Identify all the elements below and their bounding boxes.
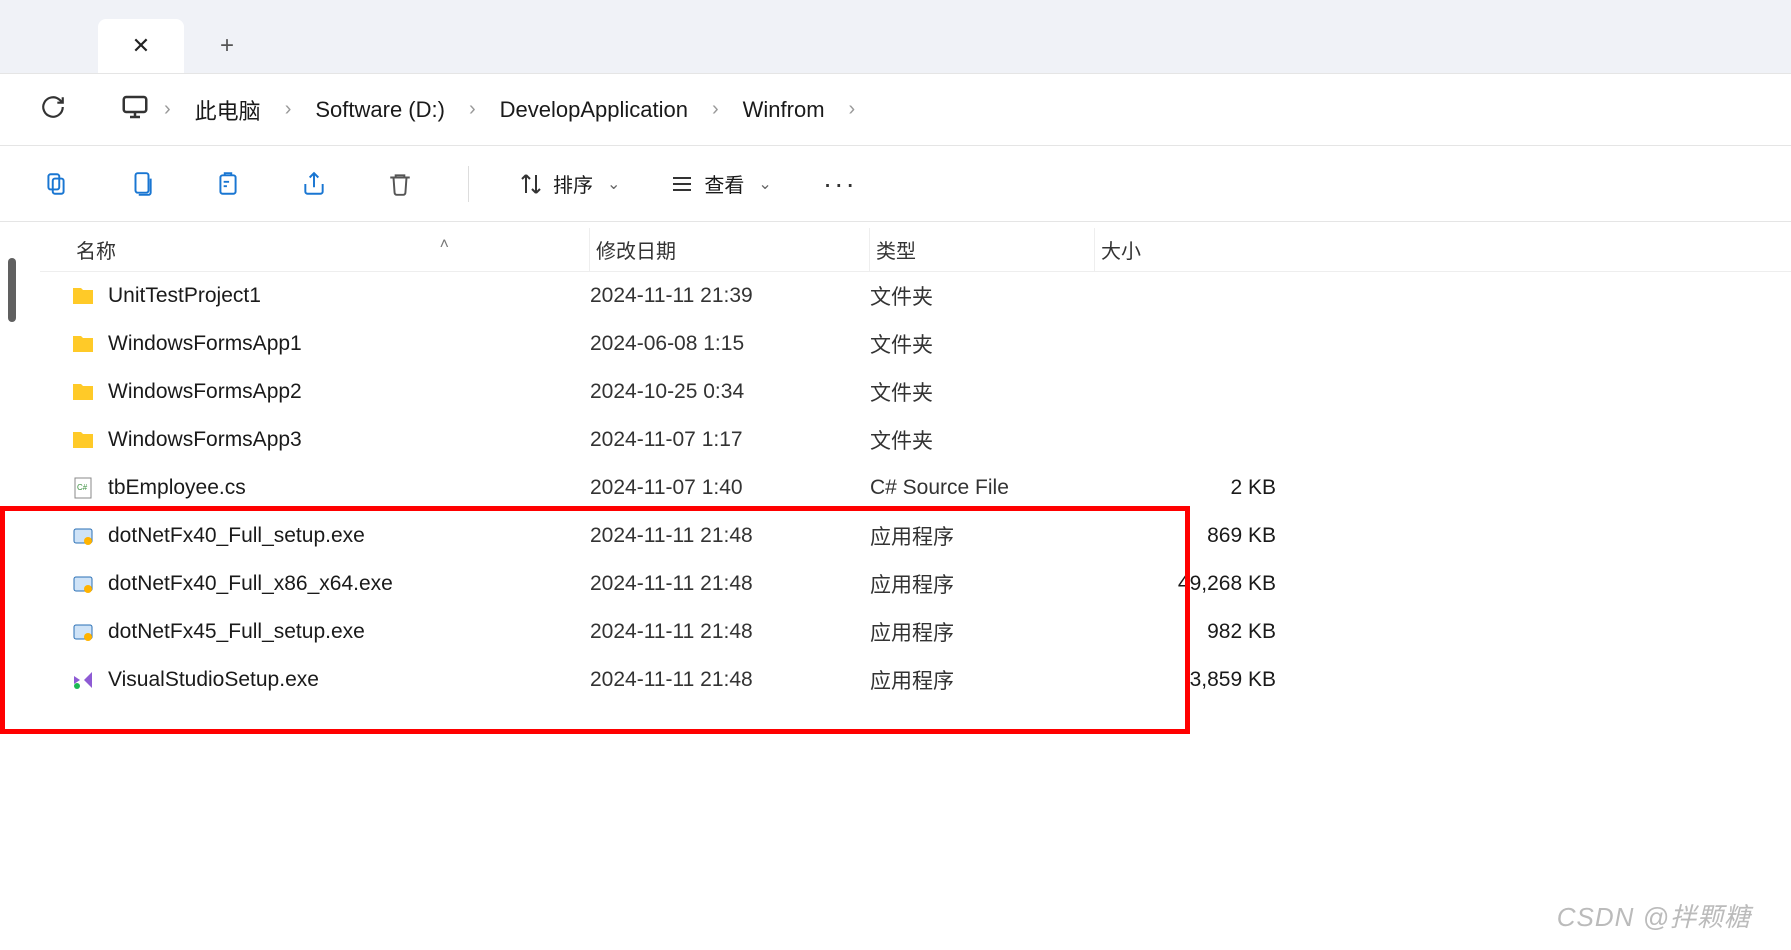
paste-button[interactable] bbox=[210, 166, 246, 202]
close-tab-icon[interactable]: ✕ bbox=[132, 33, 150, 59]
chevron-right-icon: › bbox=[849, 98, 856, 121]
plus-icon: + bbox=[220, 32, 234, 60]
delete-button[interactable] bbox=[382, 166, 418, 202]
crumb-this-pc[interactable]: 此电脑 bbox=[185, 88, 271, 132]
file-name: WindowsFormsApp2 bbox=[108, 380, 302, 404]
column-date[interactable]: 修改日期 bbox=[590, 228, 870, 271]
share-button[interactable] bbox=[296, 166, 332, 202]
crumb-folder-1[interactable]: DevelopApplication bbox=[490, 91, 698, 129]
view-label: 查看 bbox=[704, 169, 744, 198]
chevron-right-icon: › bbox=[712, 98, 719, 121]
file-row[interactable]: WindowsFormsApp3 2024-11-07 1:17文件夹 bbox=[40, 416, 1791, 464]
file-date: 2024-11-07 1:40 bbox=[590, 476, 870, 500]
file-name: UnitTestProject1 bbox=[108, 284, 261, 308]
file-date: 2024-11-11 21:39 bbox=[590, 284, 870, 308]
crumb-folder-2[interactable]: Winfrom bbox=[733, 91, 835, 129]
file-type: 文件夹 bbox=[870, 281, 1095, 311]
file-type: 文件夹 bbox=[870, 329, 1095, 359]
folder-icon bbox=[70, 379, 96, 405]
file-name: WindowsFormsApp1 bbox=[108, 332, 302, 356]
copy-button[interactable] bbox=[124, 166, 160, 202]
column-name[interactable]: 名称 ˄ bbox=[70, 228, 590, 271]
file-row[interactable]: UnitTestProject1 2024-11-11 21:39文件夹 bbox=[40, 272, 1791, 320]
file-type: 文件夹 bbox=[870, 425, 1095, 455]
cut-button[interactable] bbox=[38, 166, 74, 202]
file-name: WindowsFormsApp3 bbox=[108, 428, 302, 452]
address-bar: › 此电脑 › Software (D:) › DevelopApplicati… bbox=[0, 74, 1791, 146]
chevron-right-icon: › bbox=[285, 98, 292, 121]
watermark: CSDN @拌颗糖 bbox=[1557, 897, 1751, 934]
file-date: 2024-06-08 1:15 bbox=[590, 332, 870, 356]
file-date: 2024-10-25 0:34 bbox=[590, 380, 870, 404]
file-type: 文件夹 bbox=[870, 377, 1095, 407]
chevron-down-icon: ⌄ bbox=[607, 174, 620, 194]
crumb-drive[interactable]: Software (D:) bbox=[305, 91, 455, 129]
this-pc-icon[interactable] bbox=[120, 92, 150, 128]
file-type: C# Source File bbox=[870, 476, 1095, 500]
view-button[interactable]: 查看 ⌄ bbox=[670, 169, 771, 198]
file-row[interactable]: WindowsFormsApp1 2024-06-08 1:15文件夹 bbox=[40, 320, 1791, 368]
column-type[interactable]: 类型 bbox=[870, 228, 1095, 271]
sort-button[interactable]: 排序 ⌄ bbox=[519, 169, 620, 198]
column-size[interactable]: 大小 bbox=[1095, 228, 1290, 271]
sort-label: 排序 bbox=[553, 169, 593, 198]
file-row[interactable]: C# tbEmployee.cs 2024-11-07 1:40C# Source … bbox=[40, 464, 1791, 512]
chevron-right-icon: › bbox=[469, 98, 476, 121]
scroll-thumb[interactable] bbox=[8, 258, 16, 322]
more-button[interactable]: ··· bbox=[822, 166, 858, 202]
file-date: 2024-11-07 1:17 bbox=[590, 428, 870, 452]
refresh-button[interactable] bbox=[40, 94, 66, 126]
folder-icon bbox=[70, 283, 96, 309]
file-name: tbEmployee.cs bbox=[108, 476, 246, 500]
file-row[interactable]: WindowsFormsApp2 2024-10-25 0:34文件夹 bbox=[40, 368, 1791, 416]
tab-current[interactable]: ✕ bbox=[98, 19, 184, 73]
column-headers: 名称 ˄ 修改日期 类型 大小 bbox=[40, 228, 1791, 272]
folder-icon bbox=[70, 427, 96, 453]
tab-bar: ✕ + bbox=[0, 0, 1791, 74]
svg-text:C#: C# bbox=[77, 483, 88, 492]
breadcrumb: › 此电脑 › Software (D:) › DevelopApplicati… bbox=[120, 88, 855, 132]
new-tab-button[interactable]: + bbox=[184, 19, 270, 73]
content-area: 名称 ˄ 修改日期 类型 大小 UnitTestProject1 2024-11-… bbox=[0, 222, 1791, 950]
sort-indicator-icon: ˄ bbox=[440, 236, 449, 254]
folder-icon bbox=[70, 331, 96, 357]
chevron-right-icon: › bbox=[164, 98, 171, 121]
toolbar-separator bbox=[468, 166, 469, 202]
file-size: 2 KB bbox=[1095, 476, 1290, 500]
cs-icon: C# bbox=[70, 475, 96, 501]
toolbar: 排序 ⌄ 查看 ⌄ ··· bbox=[0, 146, 1791, 222]
chevron-down-icon: ⌄ bbox=[758, 174, 771, 194]
annotation-highlight bbox=[0, 506, 1190, 734]
